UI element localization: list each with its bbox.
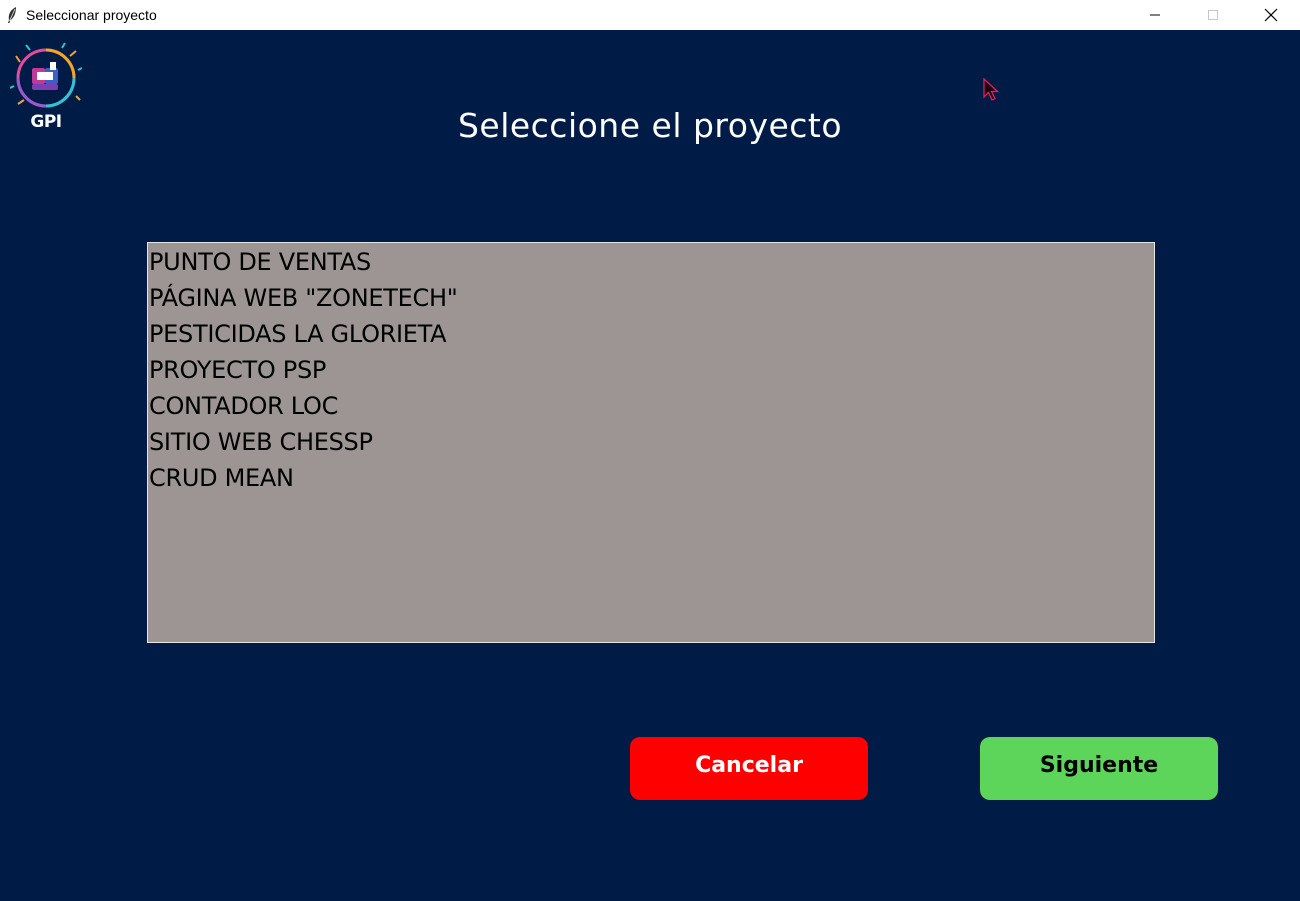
list-item[interactable]: PESTICIDAS LA GLORIETA <box>148 316 1154 352</box>
mouse-pointer-icon <box>983 78 1000 101</box>
list-item[interactable]: CONTADOR LOC <box>148 388 1154 424</box>
maximize-button[interactable] <box>1184 0 1242 30</box>
window-controls <box>1126 0 1300 30</box>
gpi-logo-emblem-icon <box>9 42 83 108</box>
next-button[interactable]: Siguiente <box>980 737 1218 800</box>
select-project-window: Seleccionar proyecto GPI Seleccione el p… <box>0 0 1300 901</box>
minimize-button[interactable] <box>1126 0 1184 30</box>
project-listbox[interactable]: PUNTO DE VENTAS PÁGINA WEB "ZONETECH" PE… <box>147 242 1155 643</box>
list-item[interactable]: PROYECTO PSP <box>148 352 1154 388</box>
close-icon <box>1264 8 1278 22</box>
close-button[interactable] <box>1242 0 1300 30</box>
page-title: Seleccione el proyecto <box>457 106 843 145</box>
title-bar: Seleccionar proyecto <box>0 0 1300 30</box>
window-title: Seleccionar proyecto <box>26 7 157 23</box>
list-item[interactable]: PÁGINA WEB "ZONETECH" <box>148 280 1154 316</box>
list-item[interactable]: SITIO WEB CHESSP <box>148 424 1154 460</box>
list-item[interactable]: CRUD MEAN <box>148 460 1154 496</box>
list-item[interactable]: PUNTO DE VENTAS <box>148 244 1154 280</box>
minimize-icon <box>1150 14 1160 16</box>
cancel-button[interactable]: Cancelar <box>630 737 868 800</box>
maximize-icon <box>1208 10 1218 20</box>
feather-icon <box>5 6 19 24</box>
